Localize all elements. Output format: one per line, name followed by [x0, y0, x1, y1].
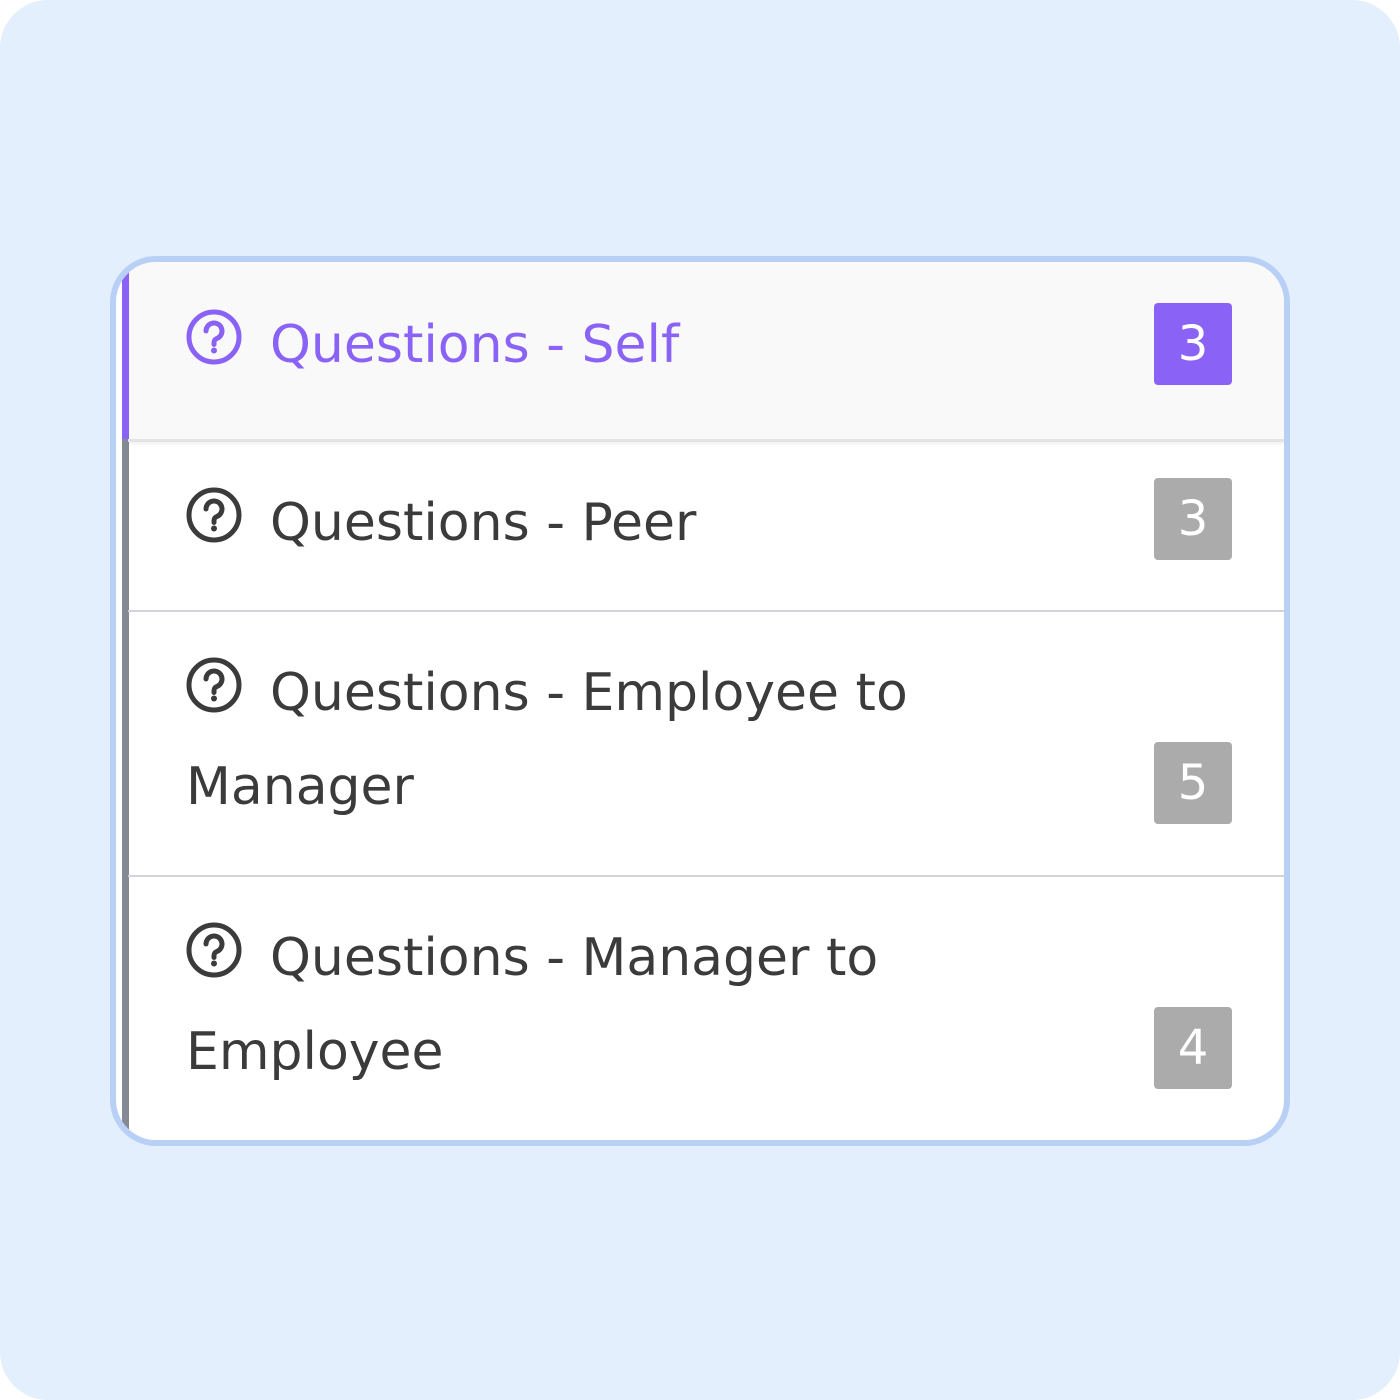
question-circle-icon: [186, 487, 242, 543]
question-category-menu: Questions - Self 3 Questions - Peer 3 Qu…: [110, 256, 1290, 1146]
menu-item-questions-manager-to-employee[interactable]: Questions - Manager to Employee 4: [128, 877, 1284, 1140]
count-badge: 3: [1154, 478, 1232, 560]
count-badge: 3: [1154, 303, 1232, 385]
menu-item-label: Questions - Employee to Manager: [186, 663, 908, 817]
menu-item-label: Questions - Peer: [270, 493, 697, 553]
question-circle-icon: [186, 309, 242, 365]
menu-item-questions-peer[interactable]: Questions - Peer 3: [128, 442, 1284, 612]
menu-item-label: Questions - Self: [270, 315, 680, 375]
active-indicator: [122, 262, 129, 439]
count-badge: 5: [1154, 742, 1232, 824]
background: Questions - Self 3 Questions - Peer 3 Qu…: [0, 0, 1400, 1400]
count-badge: 4: [1154, 1007, 1232, 1089]
question-circle-icon: [186, 922, 242, 978]
question-circle-icon: [186, 657, 242, 713]
menu-item-questions-employee-to-manager[interactable]: Questions - Employee to Manager 5: [128, 612, 1284, 877]
menu-item-label: Questions - Manager to Employee: [186, 928, 879, 1082]
menu-item-questions-self[interactable]: Questions - Self 3: [122, 262, 1284, 442]
